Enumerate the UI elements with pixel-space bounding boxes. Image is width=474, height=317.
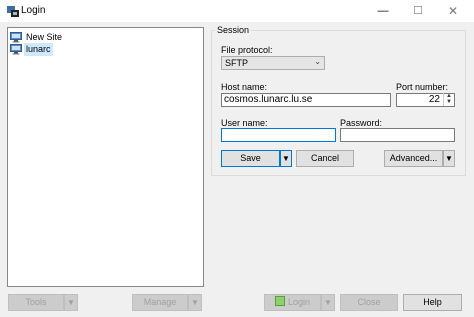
window-title: Login [21,5,46,16]
manage-dropdown-button[interactable]: ▼ [188,294,202,311]
user-name-input[interactable] [221,128,336,142]
session-legend: Session [215,25,252,35]
help-button[interactable]: Help [403,294,462,311]
chevron-down-icon: ▼ [191,298,199,307]
chevron-down-icon: ▼ [67,298,75,307]
login-button[interactable]: Login [264,294,321,311]
password-label: Password: [340,118,383,128]
save-button[interactable]: Save [221,150,280,167]
host-name-label: Host name: [221,82,268,92]
computer-monitor-icon [10,44,22,55]
spin-down-icon[interactable]: ▼ [446,99,452,105]
close-button[interactable]: Close [340,294,398,311]
login-dropdown-button[interactable]: ▼ [321,294,335,311]
close-window-button[interactable]: ✕ [436,0,470,22]
site-tree[interactable]: New Site lunarc [7,27,204,287]
port-spinner[interactable]: ▲ ▼ [443,93,455,106]
chevron-down-icon: ⌄ [314,57,321,66]
password-input[interactable] [340,128,455,142]
host-name-input[interactable]: cosmos.lunarc.lu.se [221,93,391,107]
save-dropdown-button[interactable]: ▼ [280,150,292,167]
advanced-button[interactable]: Advanced... [384,150,443,167]
tools-button[interactable]: Tools [8,294,64,311]
chevron-down-icon: ▼ [445,154,453,163]
winscp-icon [7,6,19,17]
tools-dropdown-button[interactable]: ▼ [64,294,78,311]
title-bar: Login — ☐ ✕ [0,0,474,22]
minimize-button[interactable]: — [366,0,400,22]
file-protocol-select[interactable]: SFTP ⌄ [221,56,325,70]
user-name-label: User name: [221,118,268,128]
computer-monitor-icon [10,32,22,43]
login-label: Login [287,297,311,307]
advanced-dropdown-button[interactable]: ▼ [443,150,455,167]
port-number-label: Port number: [396,82,449,92]
manage-button[interactable]: Manage [132,294,188,311]
chevron-down-icon: ▼ [282,154,290,163]
chevron-down-icon: ▼ [324,298,332,307]
maximize-button[interactable]: ☐ [401,0,435,22]
cancel-button[interactable]: Cancel [296,150,354,167]
tree-item-label: lunarc [24,43,53,56]
file-protocol-label: File protocol: [221,45,273,55]
login-icon [274,296,285,306]
file-protocol-value: SFTP [225,58,249,68]
